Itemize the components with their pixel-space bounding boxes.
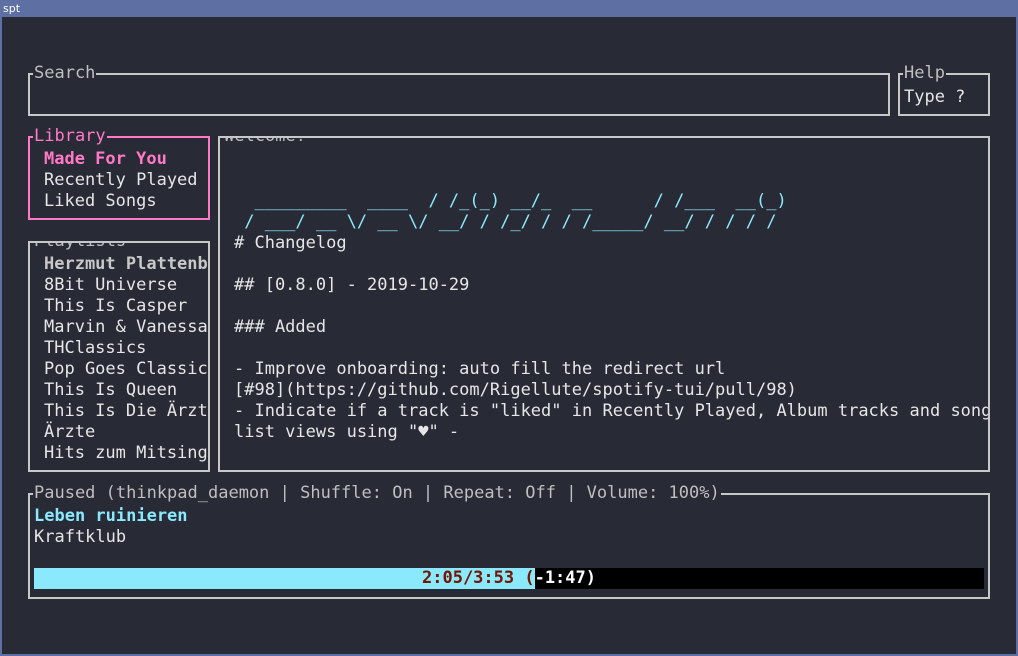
track-artist: Kraftklub [34, 527, 127, 547]
playlist-item[interactable]: THClassics [44, 338, 146, 359]
track-title: Leben ruinieren [34, 506, 188, 526]
playlist-item[interactable]: Marvin & Vanessa [44, 317, 208, 338]
library-item-made-for-you[interactable]: Made For You [44, 149, 167, 170]
playlist-item[interactable]: Pop Goes Classic [44, 359, 208, 380]
ascii-logo-line: _________ ____ / /_(_) __/_ __ / /___ __… [234, 191, 787, 211]
ascii-logo-line: / ___/ __ \/ __ \/ __/ / /_/ / / /_____/… [234, 212, 777, 232]
library-panel[interactable]: Library Made For You Recently Played Lik… [28, 126, 210, 220]
welcome-title: Welcome! [223, 138, 307, 147]
changelog-line: ### Added [234, 317, 327, 337]
progress-label: 2:05/3:53 (-1:47) [422, 568, 596, 588]
search-title: Search [33, 63, 97, 84]
playbar-status: Paused (thinkpad_daemon | Shuffle: On | … [33, 483, 721, 504]
playlist-item[interactable]: This Is Casper [44, 296, 187, 317]
playlists-title: Playlists [33, 243, 128, 252]
playlist-item[interactable]: Herzmut Plattenb [44, 254, 208, 275]
welcome-panel[interactable]: Welcome! _________ ____ / /_(_) __/_ __ … [218, 136, 990, 472]
playlist-item[interactable]: 8Bit Universe [44, 275, 177, 296]
help-hint: Type ? [904, 87, 966, 107]
playlist-item[interactable]: Ärzte [44, 422, 95, 443]
changelog-link[interactable]: [#98](https://github.com/Rigellute/spoti… [234, 380, 797, 401]
changelog-line: - Indicate if a track is "liked" in Rece… [234, 401, 990, 421]
playlist-item[interactable]: This Is Queen [44, 380, 177, 401]
help-box: Help Type ? [898, 63, 990, 116]
window-title: spt [0, 0, 1018, 17]
playlist-item[interactable]: This Is Die Ärzt [44, 401, 208, 422]
changelog-line: list views using "♥" - [234, 422, 460, 442]
progress-bar[interactable]: 2:05/3:53 (-1:47) [34, 568, 984, 589]
help-title: Help [903, 63, 946, 84]
library-title: Library [33, 126, 107, 147]
library-item-recently-played[interactable]: Recently Played [44, 170, 198, 191]
search-box[interactable]: Search [28, 63, 890, 116]
playbar[interactable]: Paused (thinkpad_daemon | Shuffle: On | … [28, 483, 990, 599]
library-item-liked-songs[interactable]: Liked Songs [44, 191, 157, 212]
changelog-line: - Improve onboarding: auto fill the redi… [234, 359, 726, 379]
changelog-line: ## [0.8.0] - 2019-10-29 [234, 275, 470, 295]
playlist-item[interactable]: Hits zum Mitsing [44, 443, 208, 464]
playlists-panel[interactable]: Playlists Herzmut Plattenb 8Bit Universe… [28, 241, 210, 472]
changelog-line: # Changelog [234, 233, 347, 253]
